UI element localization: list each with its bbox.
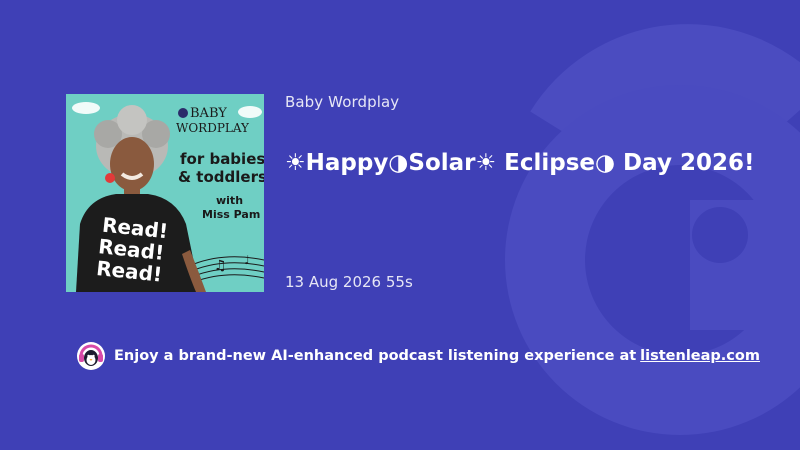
promo-banner: Enjoy a brand-new AI-enhanced podcast li… — [76, 341, 760, 371]
svg-text:♩: ♩ — [244, 253, 250, 267]
cover-brand-line2: WORDPLAY — [176, 121, 250, 135]
promo-text: Enjoy a brand-new AI-enhanced podcast li… — [114, 348, 637, 364]
promo-link[interactable]: listenleap.com — [640, 348, 760, 364]
cover-brand-line1: BABY — [190, 106, 227, 121]
cover-host-line1: with — [216, 194, 243, 207]
svg-text:♫: ♫ — [214, 258, 227, 274]
penguin-headphones-icon — [77, 342, 105, 370]
cover-tagline-line2: & toddlers — [178, 168, 264, 186]
podcast-cover-art[interactable]: ♫ ♩ Read! Read! Read! BABY WORDPLAY for … — [66, 94, 264, 292]
cover-host-line2: Miss Pam — [202, 208, 260, 221]
episode-title: ☀Happy◑Solar☀ Eclipse◑ Day 2026! — [285, 150, 755, 176]
episode-date-duration: 13 Aug 2026 55s — [285, 273, 413, 291]
cover-tagline-line1: for babies — [180, 150, 264, 168]
podcast-name[interactable]: Baby Wordplay — [285, 93, 399, 111]
